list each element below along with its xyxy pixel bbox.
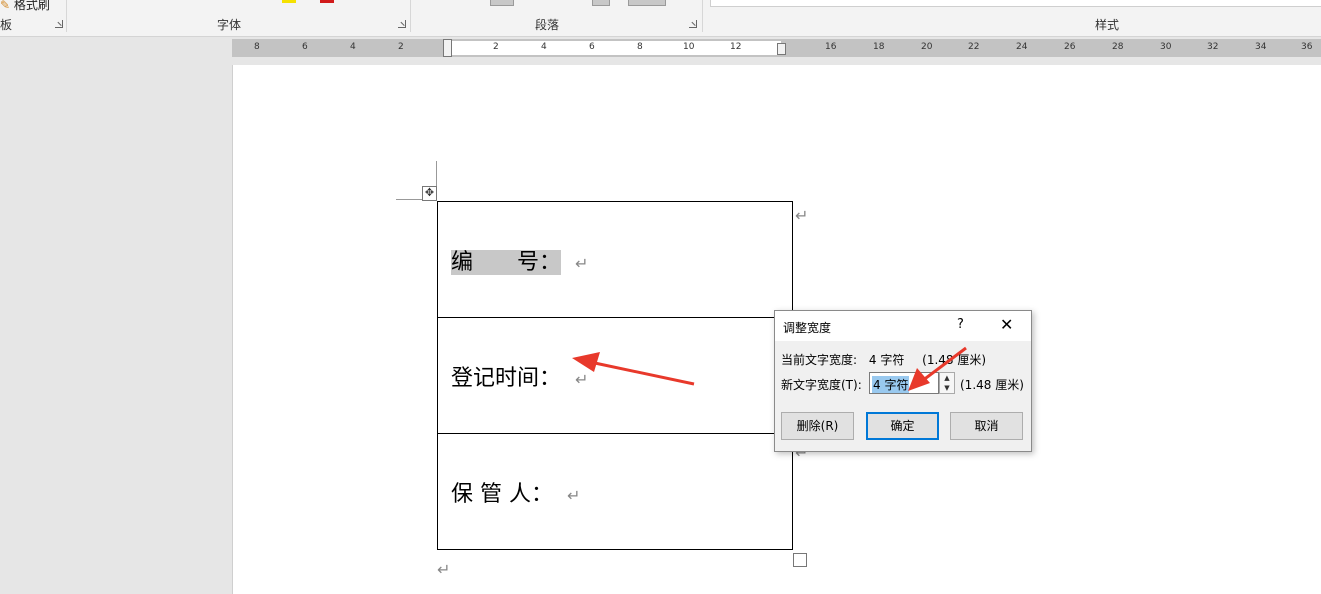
paragraph-mark: ↵ — [567, 485, 581, 505]
ruler-label: 4 — [350, 42, 356, 52]
table-cell[interactable]: 保 管 人： ↵ — [437, 433, 793, 550]
indent-marker-icon[interactable] — [443, 39, 452, 57]
ruler-label: 8 — [254, 42, 260, 52]
group-label-styles: 样式 — [1095, 18, 1120, 32]
paragraph-launcher-icon[interactable] — [689, 20, 697, 28]
document-table: 编 号： ↵ 登记时间： ↵ 保 管 人： ↵ — [437, 201, 793, 550]
dialog-titlebar[interactable]: 调整宽度 ? ✕ — [775, 311, 1031, 341]
paragraph-mark: ↵ — [575, 369, 589, 389]
new-width-value: 4 字符 — [872, 376, 910, 393]
ruler-label: 34 — [1255, 42, 1267, 52]
ribbon: ✎ 格式刷 板 字体 段落 样式 — [0, 0, 1321, 37]
ruler-label: 8 — [637, 42, 643, 52]
row-end-mark: ↵ — [795, 206, 809, 225]
ruler-label: 16 — [825, 42, 837, 52]
adjust-width-dialog: 调整宽度 ? ✕ 当前文字宽度: 4 字符 (1.48 厘米) 新文字宽度(T)… — [774, 310, 1032, 452]
group-label-clipboard: 板 — [0, 18, 13, 32]
ruler-label: 26 — [1064, 42, 1076, 52]
cell-text-selected: 编 号： — [451, 249, 562, 275]
group-divider — [66, 0, 67, 32]
ruler-label: 2 — [493, 42, 499, 52]
ruler-label: 6 — [302, 42, 308, 52]
ruler-label: 24 — [1016, 42, 1028, 52]
ruler-label: 32 — [1207, 42, 1219, 52]
ruler-label: 6 — [589, 42, 595, 52]
font-color-swatch[interactable] — [320, 0, 334, 3]
group-label-paragraph: 段落 — [535, 18, 560, 32]
right-indent-marker-icon[interactable] — [777, 43, 786, 55]
current-width-row: 当前文字宽度: 4 字符 (1.48 厘米) — [781, 351, 986, 368]
help-icon[interactable]: ? — [957, 317, 964, 332]
paragraph-button-2[interactable] — [592, 0, 610, 6]
current-width-cm: (1.48 厘米) — [922, 353, 987, 367]
ruler-label: 18 — [873, 42, 885, 52]
current-width-value: 4 字符 — [868, 353, 905, 367]
format-painter-label: 格式刷 — [13, 0, 50, 12]
brush-icon: ✎ — [0, 0, 11, 12]
new-width-label: 新文字宽度(T): — [781, 378, 862, 392]
format-painter-button[interactable]: ✎ 格式刷 — [0, 0, 50, 13]
table-move-handle-icon[interactable]: ✥ — [422, 186, 437, 201]
ruler-label: 30 — [1160, 42, 1172, 52]
spin-up-icon[interactable]: ▲ — [940, 373, 954, 383]
ruler-label: 36 — [1301, 42, 1313, 52]
table-cell[interactable]: 编 号： ↵ — [437, 201, 793, 318]
delete-button[interactable]: 删除(R) — [781, 412, 854, 440]
table-row: 编 号： ↵ — [437, 201, 793, 318]
group-divider — [702, 0, 703, 32]
clipboard-launcher-icon[interactable] — [55, 20, 63, 28]
ruler-label: 28 — [1112, 42, 1124, 52]
table-cell[interactable]: 登记时间： ↵ — [437, 317, 793, 434]
width-spinner[interactable]: ▲ ▼ — [939, 372, 955, 394]
highlight-color-swatch[interactable] — [282, 0, 296, 3]
ruler-label: 10 — [683, 42, 695, 52]
styles-gallery[interactable] — [710, 0, 1321, 7]
spin-down-icon[interactable]: ▼ — [940, 383, 954, 393]
horizontal-ruler[interactable]: 8 6 4 2 2 4 6 8 10 12 16 18 20 22 24 26 … — [232, 39, 1321, 57]
cell-text: 登记时间： — [451, 365, 562, 391]
paragraph-button-3[interactable] — [628, 0, 666, 6]
cancel-button[interactable]: 取消 — [950, 412, 1023, 440]
new-width-input[interactable]: 4 字符 — [869, 372, 939, 394]
group-label-font: 字体 — [217, 18, 242, 32]
paragraph-mark: ↵ — [437, 560, 451, 579]
paragraph-button-1[interactable] — [490, 0, 514, 6]
ruler-label: 12 — [730, 42, 742, 52]
close-icon[interactable]: ✕ — [1000, 315, 1013, 334]
table-row: 保 管 人： ↵ — [437, 433, 793, 550]
paragraph-mark: ↵ — [575, 253, 589, 273]
new-width-cm: (1.48 厘米) — [960, 378, 1024, 392]
ok-button[interactable]: 确定 — [866, 412, 939, 440]
ruler-label: 22 — [968, 42, 980, 52]
dialog-title: 调整宽度 — [783, 321, 832, 335]
ruler-label: 20 — [921, 42, 933, 52]
ruler-label: 2 — [398, 42, 404, 52]
table-resize-handle[interactable] — [793, 553, 807, 567]
cell-text: 保 管 人： — [451, 481, 553, 507]
group-divider — [410, 0, 411, 32]
table-row: 登记时间： ↵ — [437, 317, 793, 434]
current-width-label: 当前文字宽度: — [781, 353, 858, 367]
ruler-label: 4 — [541, 42, 547, 52]
font-launcher-icon[interactable] — [398, 20, 406, 28]
